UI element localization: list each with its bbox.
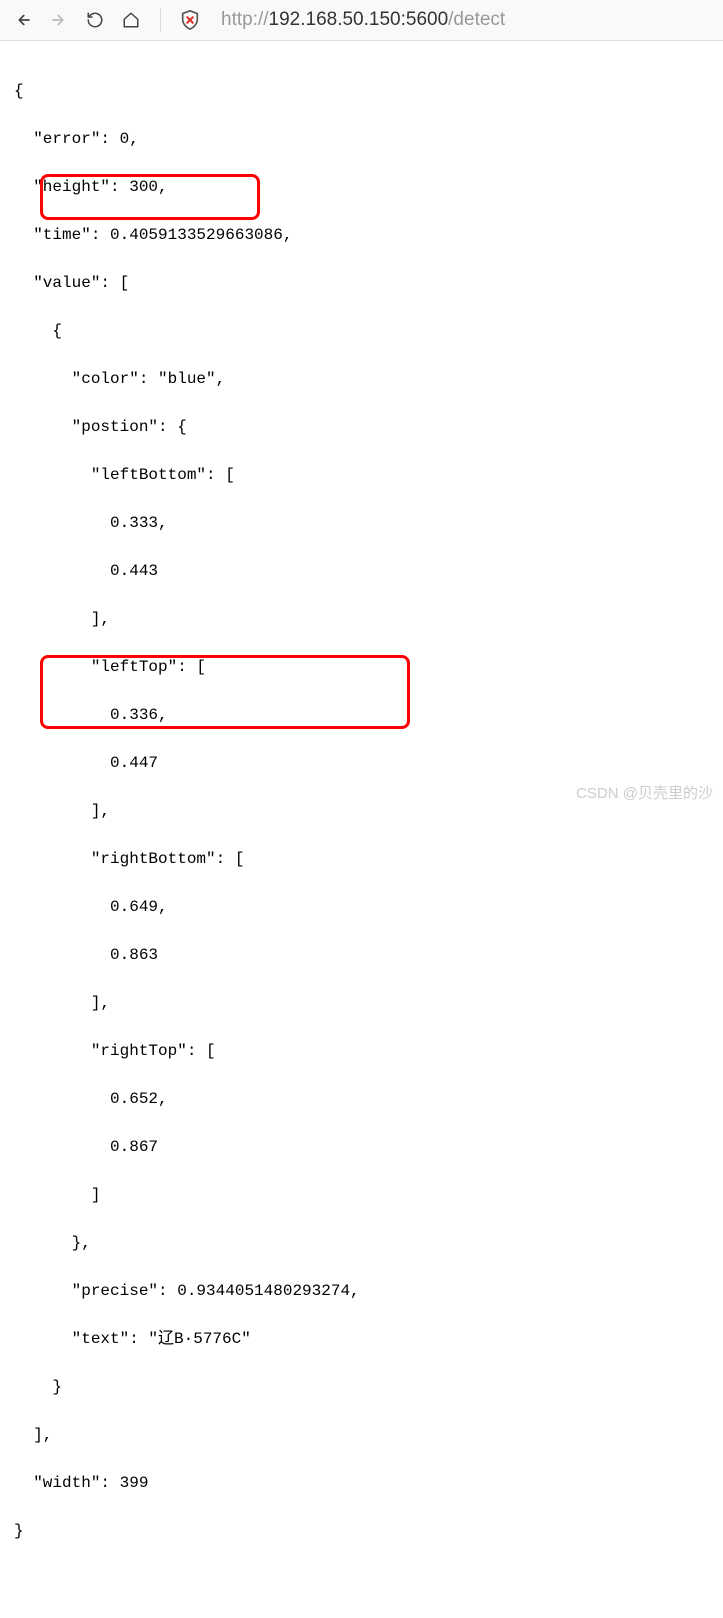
json-line: ], xyxy=(14,607,709,631)
url-scheme: http:// xyxy=(221,9,269,30)
json-line: 0.649, xyxy=(14,895,709,919)
json-line: { xyxy=(14,319,709,343)
json-line: } xyxy=(14,1375,709,1399)
url-host: 192.168.50.150:5600 xyxy=(269,9,449,30)
watermark: CSDN @贝壳里的沙 xyxy=(576,782,713,803)
json-line: 0.447 xyxy=(14,751,709,775)
json-line: 0.863 xyxy=(14,943,709,967)
json-line: ] xyxy=(14,1183,709,1207)
json-line: ], xyxy=(14,1423,709,1447)
json-line: 0.336, xyxy=(14,703,709,727)
json-line: 0.443 xyxy=(14,559,709,583)
shield-icon[interactable] xyxy=(179,9,201,31)
browser-toolbar: http://192.168.50.150:5600/detect xyxy=(0,0,723,41)
json-content: { "error": 0, "height": 300, "time": 0.4… xyxy=(0,41,723,1618)
forward-button[interactable] xyxy=(48,9,70,31)
json-line: }, xyxy=(14,1231,709,1255)
json-line: 0.652, xyxy=(14,1087,709,1111)
json-line: "color": "blue", xyxy=(14,367,709,391)
json-line: "width": 399 xyxy=(14,1471,709,1495)
json-line: "error": 0, xyxy=(14,127,709,151)
json-line: 0.333, xyxy=(14,511,709,535)
json-line: ], xyxy=(14,991,709,1015)
url-path: /detect xyxy=(448,9,505,30)
reload-button[interactable] xyxy=(84,9,106,31)
json-line: "leftTop": [ xyxy=(14,655,709,679)
json-line: "time": 0.4059133529663086, xyxy=(14,223,709,247)
json-line: "value": [ xyxy=(14,271,709,295)
back-button[interactable] xyxy=(12,9,34,31)
json-line: 0.867 xyxy=(14,1135,709,1159)
json-line: "leftBottom": [ xyxy=(14,463,709,487)
json-line: } xyxy=(14,1519,709,1543)
json-line: "rightBottom": [ xyxy=(14,847,709,871)
json-line: "precise": 0.9344051480293274, xyxy=(14,1279,709,1303)
url-bar[interactable]: http://192.168.50.150:5600/detect xyxy=(215,9,711,31)
home-button[interactable] xyxy=(120,9,142,31)
toolbar-divider xyxy=(160,8,161,32)
json-line: "postion": { xyxy=(14,415,709,439)
json-line: "text": "辽B·5776C" xyxy=(14,1327,709,1351)
json-line: "height": 300, xyxy=(14,175,709,199)
json-line: { xyxy=(14,79,709,103)
json-line: "rightTop": [ xyxy=(14,1039,709,1063)
